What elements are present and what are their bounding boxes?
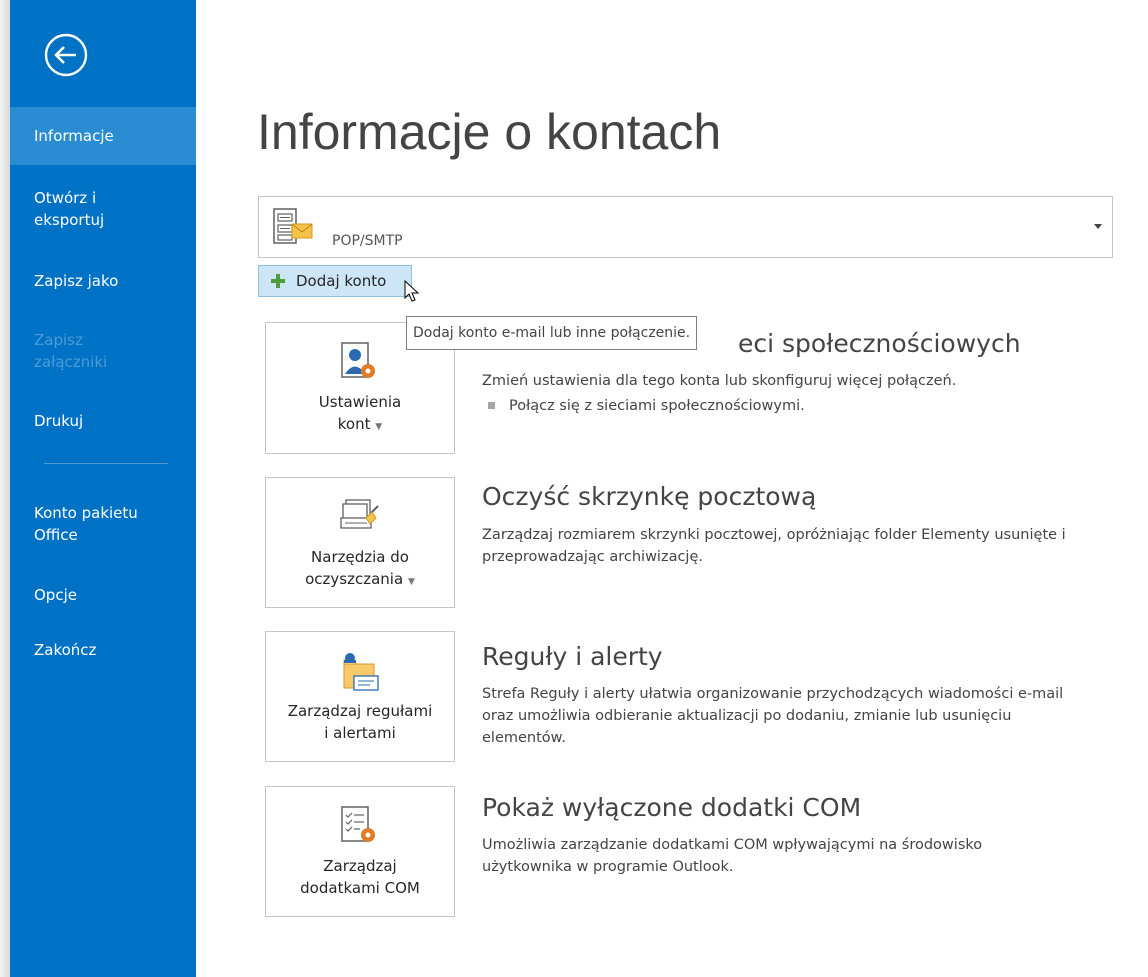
tile-label-line1: Zarządzaj regułami — [287, 702, 433, 720]
back-arrow-icon — [44, 33, 88, 77]
nav-label: Informacje — [34, 127, 114, 145]
nav-label: Zakończ — [34, 641, 97, 659]
nav-label: Otwórz i eksportuj — [34, 189, 105, 229]
plus-icon — [271, 274, 285, 292]
rules-alerts-tile[interactable]: Zarządzaj regułami i alertami — [265, 631, 455, 762]
nav-label: Konto pakietu Office — [34, 504, 138, 544]
com-addins-icon — [340, 805, 380, 851]
nav-separator — [44, 463, 168, 464]
nav-konto-pakietu-office[interactable]: Konto pakietu Office — [10, 502, 196, 546]
nav-informacje[interactable]: Informacje — [10, 107, 196, 165]
section-desc-account-settings: Zmień ustawienia dla tego konta lub skon… — [482, 373, 957, 389]
tile-label-line1: Ustawienia — [318, 393, 402, 411]
section-desc-com: Umożliwia zarządzanie dodatkami COM wpły… — [482, 837, 983, 875]
backstage-sidebar: Informacje Otwórz i eksportuj Zapisz jak… — [10, 0, 196, 977]
nav-zapisz-jako[interactable]: Zapisz jako — [10, 270, 196, 292]
add-account-tooltip: Dodaj konto e-mail lub inne połączenie. — [406, 316, 698, 350]
tile-label: Zarządzaj regułami i alertami — [266, 700, 454, 744]
tile-label-line2: oczyszczania — [305, 570, 404, 588]
tile-label-line2: kont — [337, 415, 371, 433]
section-title-social: eci społecznościowych — [738, 329, 1021, 358]
nav-label: Drukuj — [34, 412, 84, 430]
section-title-rules: Reguły i alerty — [482, 642, 663, 671]
account-settings-icon — [340, 341, 380, 387]
section-title-com: Pokaż wyłączone dodatki COM — [482, 793, 862, 822]
nav-drukuj[interactable]: Drukuj — [10, 410, 196, 432]
nav-zakoncz[interactable]: Zakończ — [10, 639, 196, 661]
cleanup-tools-tile[interactable]: Narzędzia do oczyszczania ▼ — [265, 477, 455, 608]
tile-label: Narzędzia do oczyszczania ▼ — [266, 546, 454, 593]
section-title-cleanup: Oczyść skrzynkę pocztową — [482, 482, 817, 511]
tile-label-line1: Zarządzaj — [323, 857, 397, 875]
social-networks-link[interactable]: Połącz się z sieciami społecznościowymi. — [488, 398, 805, 414]
account-name: POP/SMTP — [332, 233, 403, 249]
chevron-down-icon: ▼ — [375, 422, 383, 432]
tile-label-line1: Narzędzia do — [311, 548, 409, 566]
add-account-label: Dodaj konto — [296, 272, 387, 290]
window-edge — [0, 0, 10, 977]
bullet-icon — [488, 401, 495, 409]
com-addins-tile[interactable]: Zarządzaj dodatkami COM — [265, 786, 455, 917]
cleanup-tools-icon — [340, 496, 380, 542]
social-networks-label: Połącz się z sieciami społecznościowymi. — [509, 398, 805, 414]
tile-label: Zarządzaj dodatkami COM — [266, 855, 454, 899]
tile-label-line2: i alertami — [324, 724, 396, 742]
tile-label: Ustawienia kont ▼ — [266, 391, 454, 438]
nav-label: Opcje — [34, 586, 77, 604]
chevron-down-icon: ▼ — [407, 577, 415, 587]
nav-label: Zapisz załączniki — [34, 331, 108, 371]
mouse-cursor-icon — [404, 279, 420, 308]
back-button[interactable] — [43, 32, 89, 78]
page-title: Informacje o kontach — [257, 104, 722, 160]
nav-opcje[interactable]: Opcje — [10, 584, 196, 606]
nav-zapisz-zalaczniki: Zapisz załączniki — [10, 329, 196, 373]
section-desc-rules: Strefa Reguły i alerty ułatwia organizow… — [482, 686, 1064, 746]
section-desc-cleanup: Zarządzaj rozmiarem skrzynki pocztowej, … — [482, 527, 1066, 565]
rules-alerts-icon — [340, 650, 380, 698]
tile-label-line2: dodatkami COM — [300, 879, 420, 897]
add-account-button[interactable]: Dodaj konto — [258, 265, 412, 297]
nav-label: Zapisz jako — [34, 272, 119, 290]
mail-server-icon — [272, 207, 314, 251]
nav-otworz-eksportuj[interactable]: Otwórz i eksportuj — [10, 187, 196, 231]
account-dropdown[interactable]: POP/SMTP — [258, 196, 1113, 258]
chevron-down-icon — [1094, 224, 1102, 229]
